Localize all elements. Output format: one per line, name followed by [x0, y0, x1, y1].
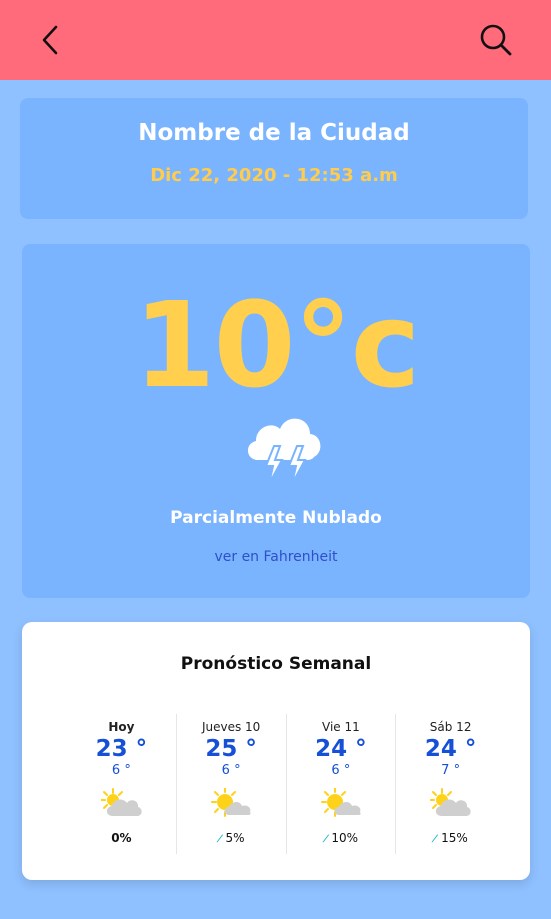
weather-description: Parcialmente Nublado [170, 508, 382, 528]
current-temperature: 10°c [133, 276, 420, 414]
raindrop-icon: / [431, 831, 440, 846]
day-high: 24 ° [424, 736, 477, 762]
fahrenheit-link[interactable]: ver en Fahrenheit [22, 549, 530, 565]
day-high: 24 ° [315, 736, 367, 762]
city-name: Nombre de la Ciudad [138, 120, 410, 146]
rain-value: 5% [225, 831, 245, 845]
forecast-day: Hoy 23 ° 6 ° 0% [67, 714, 176, 854]
day-low: 6 ° [331, 763, 351, 778]
rain-value: 15% [441, 831, 468, 845]
city-datetime: Dic 22, 2020 - 12:53 a.m [150, 165, 398, 186]
day-low: 6 ° [111, 763, 131, 778]
partly-cloudy-icon [430, 788, 471, 816]
weekly-forecast-card: Pronóstico Semanal Hoy 23 ° 6 ° 0% Jueve… [22, 622, 530, 880]
rain-chance: /10% [287, 831, 396, 845]
forecast-days: Hoy 23 ° 6 ° 0% Jueves 10 25 ° 6 ° / 5% … [67, 714, 505, 854]
chevron-left-icon [42, 25, 58, 55]
day-low: 7 ° [441, 763, 461, 778]
rain-value: 10% [331, 831, 359, 845]
search-icon [480, 24, 512, 56]
rain-chance: /15% [396, 831, 505, 845]
raindrop-icon: / [215, 831, 224, 846]
rain-chance: /5% [177, 831, 286, 845]
weekly-forecast-title: Pronóstico Semanal [180, 654, 372, 674]
partly-cloudy-icon [101, 788, 142, 816]
day-high: 23 ° [95, 736, 148, 762]
day-low: 6 ° [221, 763, 241, 778]
top-bar [0, 0, 551, 80]
day-name: Hoy [108, 720, 135, 734]
search-button[interactable] [476, 20, 516, 60]
partly-cloudy-icon [210, 788, 251, 817]
day-name: Vie 11 [322, 720, 360, 734]
forecast-day: Vie 11 24 ° 6 ° /10% [285, 714, 396, 854]
day-name: Jueves 10 [201, 720, 261, 734]
current-weather-card: 10°c Parcialmente Nublado ver en Fahrenh… [22, 244, 530, 598]
day-name: Sáb 12 [429, 720, 472, 734]
back-button[interactable] [30, 20, 70, 60]
day-high: 25 ° [205, 736, 257, 762]
thunderstorm-cloud-icon [247, 418, 321, 485]
forecast-day: Sáb 12 24 ° 7 ° /15% [395, 714, 505, 854]
raindrop-icon: / [321, 831, 330, 846]
city-card: Nombre de la Ciudad Dic 22, 2020 - 12:53… [20, 98, 528, 219]
rain-chance: 0% [111, 831, 132, 845]
partly-cloudy-icon [320, 788, 361, 817]
forecast-day: Jueves 10 25 ° 6 ° /5% [175, 714, 286, 854]
